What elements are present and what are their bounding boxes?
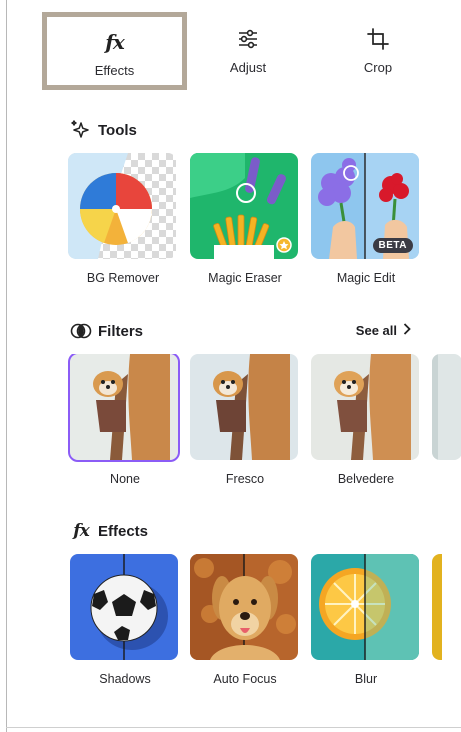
effects-row: Shadows Auto Focus Blur — [68, 554, 461, 704]
filter-belvedere-thumbnail — [311, 354, 419, 460]
tab-effects[interactable]: fx Effects — [42, 12, 187, 90]
filters-icon — [70, 320, 92, 342]
tool-label: Magic Eraser — [208, 271, 282, 285]
beta-badge: BETA — [372, 238, 413, 253]
effects-title: Effects — [98, 522, 149, 540]
effect-label: Auto Focus — [213, 672, 277, 686]
crop-icon — [367, 26, 389, 52]
tab-adjust-label: Adjust — [229, 60, 267, 75]
effect-shadows[interactable]: Shadows — [70, 554, 180, 686]
tab-adjust[interactable]: Adjust — [178, 14, 318, 84]
filter-belvedere[interactable]: Belvedere — [311, 354, 421, 486]
panel-left-border — [6, 0, 7, 732]
filters-see-all[interactable]: See all — [356, 323, 411, 338]
filter-none[interactable]: None — [68, 354, 180, 486]
filter-none-thumbnail — [68, 354, 180, 462]
filter-label: Fresco — [225, 472, 265, 486]
tool-bg-remover[interactable]: BG Remover — [68, 153, 178, 285]
tab-crop-label: Crop — [363, 60, 393, 75]
tab-crop[interactable]: Crop — [308, 14, 448, 84]
tool-magic-eraser[interactable]: Magic Eraser — [190, 153, 300, 285]
sliders-icon — [237, 26, 259, 52]
chevron-right-icon — [403, 323, 411, 338]
tools-heading: Tools — [70, 119, 137, 141]
filters-title: Filters — [98, 322, 144, 340]
sparkle-icon — [70, 119, 92, 141]
filter-partial-thumbnail — [432, 354, 461, 460]
effect-partial-thumbnail — [432, 554, 461, 660]
fx-icon: fx — [73, 521, 89, 541]
effect-auto-focus[interactable]: Auto Focus — [190, 554, 300, 686]
tool-magic-edit[interactable]: BETA Magic Edit — [311, 153, 421, 285]
fx-icon: fx — [105, 30, 125, 54]
effect-label: Shadows — [99, 672, 151, 686]
effect-next-partial[interactable] — [432, 554, 461, 660]
filter-label: None — [110, 472, 140, 486]
tab-effects-label: Effects — [94, 63, 135, 78]
magic-eraser-thumbnail — [190, 153, 298, 259]
bg-remover-thumbnail — [68, 153, 176, 259]
effect-auto-focus-thumbnail — [190, 554, 298, 660]
effect-blur-thumbnail — [311, 554, 419, 660]
editor-tab-bar: fx Effects Adjust Crop — [0, 0, 461, 100]
effects-heading: fx Effects — [70, 520, 148, 542]
filter-fresco-thumbnail — [190, 354, 298, 460]
tool-label: Magic Edit — [336, 271, 396, 285]
tool-label: BG Remover — [86, 271, 160, 285]
effect-shadows-thumbnail — [70, 554, 178, 660]
filters-heading: Filters — [70, 320, 143, 342]
effect-label: Blur — [354, 672, 378, 686]
filter-next-partial[interactable] — [432, 354, 461, 460]
filter-fresco[interactable]: Fresco — [190, 354, 300, 486]
tools-title: Tools — [98, 121, 137, 139]
see-all-label: See all — [355, 323, 397, 338]
effect-blur[interactable]: Blur — [311, 554, 421, 686]
filter-label: Belvedere — [337, 472, 395, 486]
magic-edit-thumbnail: BETA — [311, 153, 419, 259]
panel-bottom-border — [6, 727, 461, 728]
tools-row: BG Remover Magic Eraser BETA Magic Edit — [68, 153, 461, 303]
filters-row: None Fresco Belvedere — [68, 354, 461, 504]
